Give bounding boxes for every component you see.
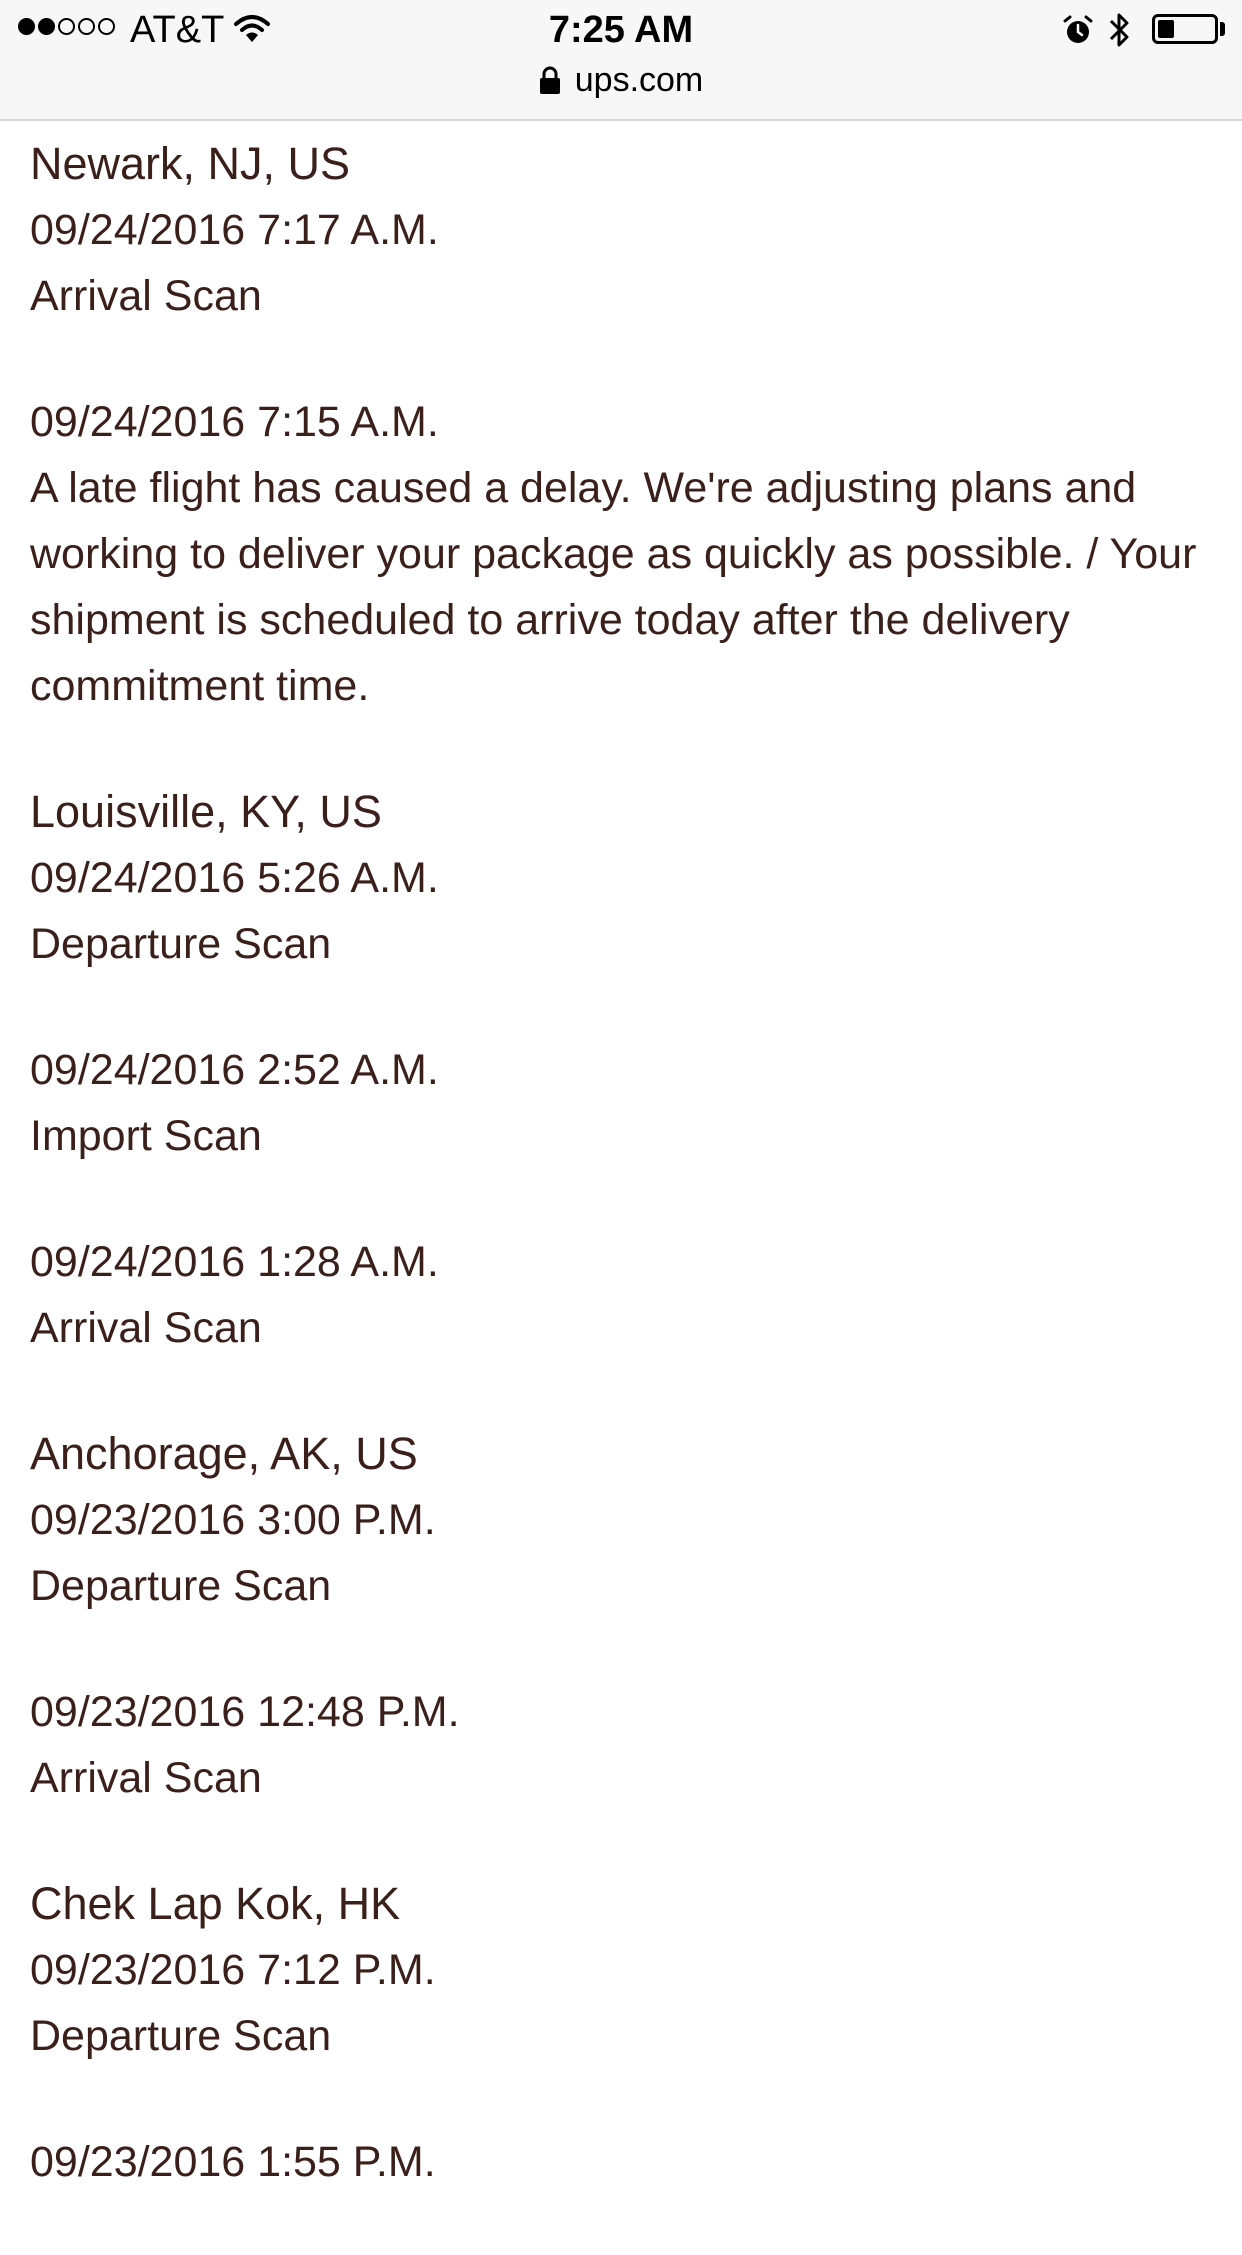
battery-icon [1152,14,1218,44]
scan-activity: Import Scan [30,1112,262,1160]
scan-entry: 09/24/2016 1:28 A.M. Arrival Scan [30,1229,1210,1361]
scan-datetime: 09/24/2016 7:17 A.M. [30,206,439,254]
status-bar: AT&T 7:25 AM ups.com [0,0,1242,121]
scan-datetime: 09/23/2016 7:12 P.M. [30,1946,436,1994]
scan-entry: 09/24/2016 7:17 A.M. Arrival Scan [30,197,1210,329]
location-group: Newark, NJ, US 09/24/2016 7:17 A.M. Arri… [30,131,1210,719]
scan-datetime: 09/24/2016 5:26 A.M. [30,854,439,902]
scan-activity: A late flight has caused a delay. We're … [30,464,1197,710]
scan-datetime: 09/24/2016 7:15 A.M. [30,398,439,446]
battery-level [1158,20,1174,38]
scan-entry: 09/23/2016 7:12 P.M. Departure Scan [30,1937,1210,2069]
scan-activity: Departure Scan [30,920,332,968]
location-name: Chek Lap Kok, HK [30,1878,401,1929]
location-group: Chek Lap Kok, HK 09/23/2016 7:12 P.M. De… [30,1871,1210,2195]
location-name: Newark, NJ, US [30,138,351,189]
shipment-progress-list: Newark, NJ, US 09/24/2016 7:17 A.M. Arri… [30,131,1210,2255]
alarm-icon [1063,15,1093,43]
scan-activity: Arrival Scan [30,1754,262,1802]
scan-datetime: 09/23/2016 12:48 P.M. [30,1688,460,1736]
location-name: Anchorage, AK, US [30,1428,418,1479]
scan-activity: Arrival Scan [30,272,262,320]
scan-entry: 09/23/2016 1:55 P.M. [30,2129,1210,2195]
scan-activity: Arrival Scan [30,1304,262,1352]
bluetooth-icon [1109,13,1129,47]
address-bar[interactable]: ups.com [0,58,1242,102]
scan-activity: Departure Scan [30,1562,332,1610]
scan-entry: 09/24/2016 5:26 A.M. Departure Scan [30,845,1210,977]
battery-cap [1220,22,1225,36]
location-group: Anchorage, AK, US 09/23/2016 3:00 P.M. D… [30,1421,1210,1811]
location-name: Louisville, KY, US [30,786,382,837]
url-text: ups.com [574,61,704,99]
lock-icon [539,66,560,94]
location-group: Louisville, KY, US 09/24/2016 5:26 A.M. … [30,779,1210,1361]
scan-activity: Departure Scan [30,2012,332,2060]
scan-entry: 09/24/2016 2:52 A.M. Import Scan [30,1037,1210,1169]
scan-datetime: 09/23/2016 1:55 P.M. [30,2138,436,2186]
scan-datetime: 09/24/2016 1:28 A.M. [30,1238,439,1286]
scan-datetime: 09/24/2016 2:52 A.M. [30,1046,439,1094]
scan-entry: 09/24/2016 7:15 A.M. A late flight has c… [30,389,1210,719]
scan-entry: 09/23/2016 3:00 P.M. Departure Scan [30,1487,1210,1619]
scan-datetime: 09/23/2016 3:00 P.M. [30,1496,436,1544]
status-time: 7:25 AM [548,9,694,51]
scan-entry: 09/23/2016 12:48 P.M. Arrival Scan [30,1679,1210,1811]
